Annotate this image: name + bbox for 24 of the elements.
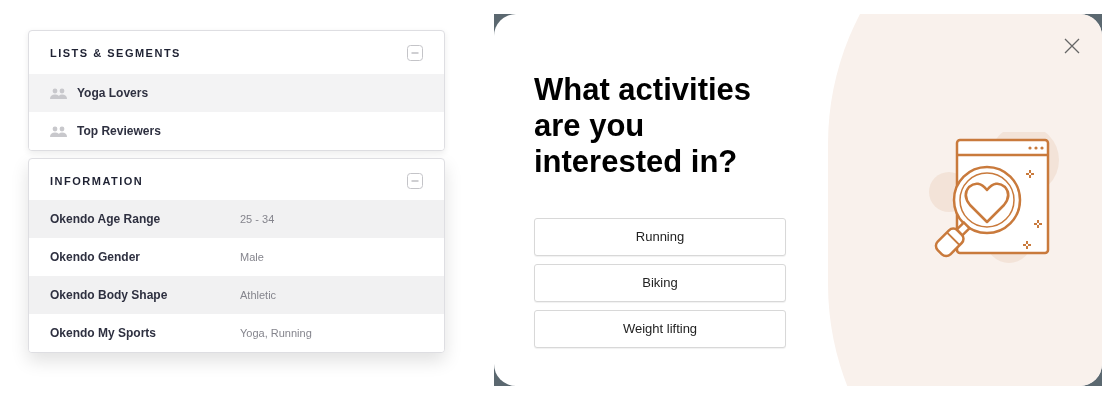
- option-button[interactable]: Running: [534, 218, 786, 256]
- attribute-value: Male: [240, 249, 264, 265]
- attribute-value: Athletic: [240, 287, 277, 303]
- option-button[interactable]: Biking: [534, 264, 786, 302]
- option-button[interactable]: Weight lifting: [534, 310, 786, 348]
- collapse-icon[interactable]: [407, 173, 423, 189]
- collapse-icon[interactable]: [407, 45, 423, 61]
- segment-item[interactable]: Yoga Lovers: [29, 74, 444, 112]
- attribute-name: Okendo Gender: [50, 249, 142, 266]
- close-icon: [1064, 38, 1080, 54]
- segment-item[interactable]: Top Reviewers: [29, 112, 444, 150]
- segment-name: Yoga Lovers: [77, 85, 149, 102]
- modal-question: What activities are you interested in?: [534, 72, 753, 180]
- attribute-name: Okendo My Sports: [50, 325, 157, 342]
- card-title: INFORMATION: [50, 173, 144, 189]
- attribute-name: Okendo Body Shape: [50, 287, 169, 304]
- people-icon: [50, 125, 67, 137]
- close-button[interactable]: [1064, 38, 1080, 54]
- attribute-value: Yoga, Running: [240, 325, 312, 341]
- segment-name: Top Reviewers: [77, 123, 161, 140]
- people-icon: [50, 87, 67, 99]
- card-title: LISTS & SEGMENTS: [50, 45, 181, 61]
- attribute-name: Okendo Age Range: [50, 211, 162, 228]
- attribute-value: 25 - 34: [240, 211, 275, 227]
